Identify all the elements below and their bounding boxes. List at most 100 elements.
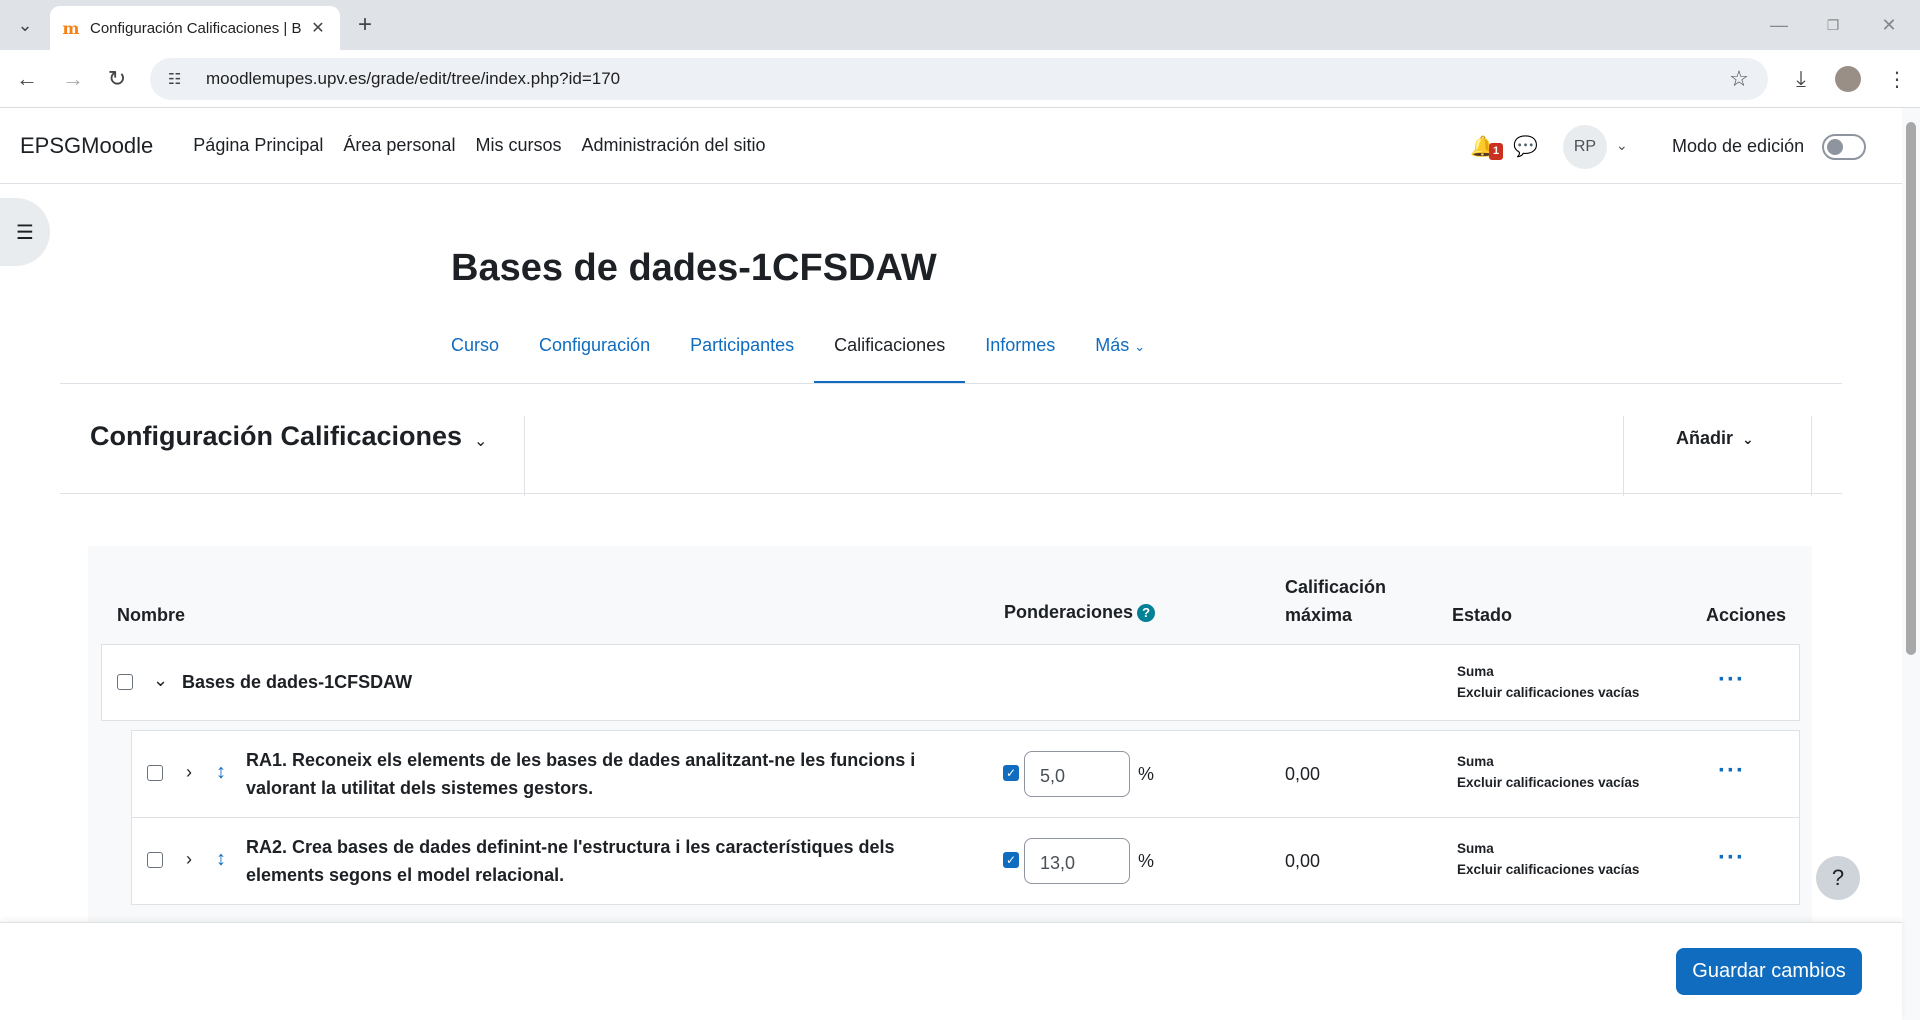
close-window-icon[interactable]: ✕: [1876, 12, 1902, 38]
status-exclude-empty: Excluir calificaciones vacías: [1457, 685, 1640, 700]
grade-item-title-line1: RA2. Crea bases de dades definint-ne l'e…: [246, 837, 895, 857]
percent-sign: %: [1138, 851, 1155, 871]
tab-settings[interactable]: Configuración: [539, 326, 650, 384]
item-actions-menu-icon[interactable]: ···: [1718, 844, 1745, 872]
weight-override-checkbox[interactable]: ✓: [1003, 852, 1019, 868]
category-select-checkbox[interactable]: [117, 674, 133, 690]
add-label: Añadir: [1676, 428, 1734, 448]
browser-menu-icon[interactable]: ⋮: [1884, 66, 1910, 92]
tab-participants[interactable]: Participantes: [690, 326, 794, 384]
grade-item-title-line2: elements segons el model relacional.: [246, 865, 565, 885]
max-grade-value: 0,00: [1285, 851, 1321, 871]
tab-search-icon[interactable]: ⌄: [12, 12, 38, 38]
item-actions-menu-icon[interactable]: ···: [1718, 757, 1745, 785]
edit-mode-toggle[interactable]: [1822, 134, 1866, 160]
user-avatar[interactable]: RP: [1563, 125, 1607, 169]
weight-override-checkbox[interactable]: ✓: [1003, 765, 1019, 781]
item-status: Suma Excluir calificaciones vacías: [1457, 838, 1639, 880]
url-input[interactable]: ☷ moodlemupes.upv.es/grade/edit/tree/ind…: [150, 58, 1768, 100]
grade-item-title[interactable]: RA1. Reconeix els elements de les bases …: [246, 746, 915, 802]
course-title: Bases de dades-1CFSDAW: [451, 247, 937, 289]
tab-more-label: Más: [1095, 335, 1130, 355]
moodle-favicon-icon: m: [62, 18, 80, 38]
column-header-weights: Ponderaciones?: [1004, 598, 1156, 626]
category-actions-menu-icon[interactable]: ···: [1718, 666, 1745, 694]
toggle-knob: [1827, 139, 1843, 155]
divider: [1623, 416, 1624, 496]
move-icon[interactable]: ↕: [216, 761, 226, 784]
close-tab-icon[interactable]: ✕: [308, 18, 328, 38]
status-aggregation: Suma: [1457, 754, 1494, 769]
sticky-footer: [0, 922, 1902, 1020]
divider: [524, 416, 525, 496]
notification-count-badge: 1: [1489, 143, 1503, 160]
grade-item-title-line2: valorant la utilitat dels sistemes gesto…: [246, 778, 594, 798]
primary-navigation: Página Principal Área personal Mis curso…: [173, 135, 765, 156]
divider: [1811, 416, 1812, 496]
item-status: Suma Excluir calificaciones vacías: [1457, 751, 1639, 793]
course-secondary-navigation: Curso Configuración Participantes Califi…: [451, 326, 1185, 384]
tab-more[interactable]: Más ⌄: [1095, 326, 1145, 384]
new-tab-icon[interactable]: +: [352, 11, 378, 38]
chevron-down-icon: ⌄: [1134, 339, 1146, 354]
tab-grades[interactable]: Calificaciones: [814, 326, 966, 384]
category-status: Suma Excluir calificaciones vacías: [1457, 661, 1639, 703]
grade-item-title-line1: RA1. Reconeix els elements de les bases …: [246, 750, 916, 770]
forward-icon[interactable]: →: [60, 66, 86, 92]
weight-input[interactable]: 5,0: [1024, 751, 1130, 797]
back-icon[interactable]: ←: [14, 66, 40, 92]
nav-site-admin[interactable]: Administración del sitio: [581, 135, 765, 156]
status-exclude-empty: Excluir calificaciones vacías: [1457, 862, 1640, 877]
profile-avatar-icon[interactable]: [1835, 66, 1861, 92]
column-header-max-grade: Calificación máxima: [1285, 573, 1386, 629]
tab-title: Configuración Calificaciones | B: [90, 19, 302, 37]
nav-my-courses[interactable]: Mis cursos: [475, 135, 561, 156]
reload-icon[interactable]: ↻: [104, 66, 130, 92]
list-icon: ☰: [16, 221, 34, 244]
status-aggregation: Suma: [1457, 841, 1494, 856]
site-brand[interactable]: EPSGMoodle: [20, 133, 153, 159]
weights-header-label: Ponderaciones: [1004, 602, 1134, 622]
user-menu-chevron-down-icon[interactable]: ⌄: [1616, 137, 1628, 154]
messages-icon[interactable]: 💬: [1513, 134, 1538, 159]
column-header-actions: Acciones: [1706, 605, 1787, 625]
chevron-down-icon[interactable]: ⌄: [474, 431, 487, 451]
minimize-icon[interactable]: —: [1766, 12, 1792, 38]
category-name: Bases de dades-1CFSDAW: [182, 672, 413, 692]
add-dropdown-button[interactable]: Añadir ⌄: [1676, 428, 1754, 449]
nav-home[interactable]: Página Principal: [193, 135, 323, 156]
max-grade-value: 0,00: [1285, 764, 1321, 784]
grade-item-title[interactable]: RA2. Crea bases de dades definint-ne l'e…: [246, 833, 895, 889]
item-select-checkbox[interactable]: [147, 765, 163, 781]
column-header-status: Estado: [1452, 605, 1513, 625]
url-text: moodlemupes.upv.es/grade/edit/tree/index…: [206, 69, 621, 88]
page-scrollbar-thumb[interactable]: [1906, 122, 1916, 655]
percent-sign: %: [1138, 764, 1155, 784]
column-header-name: Nombre: [117, 605, 186, 625]
grade-page-selector[interactable]: Configuración Calificaciones: [90, 421, 462, 452]
status-exclude-empty: Excluir calificaciones vacías: [1457, 775, 1640, 790]
max-grade-header-line1: Calificación: [1285, 577, 1387, 597]
edit-mode-label: Modo de edición: [1672, 136, 1805, 156]
expand-chevron-right-icon[interactable]: ›: [186, 762, 192, 783]
move-icon[interactable]: ↕: [216, 848, 226, 871]
site-info-icon[interactable]: ☷: [168, 70, 188, 88]
item-select-checkbox[interactable]: [147, 852, 163, 868]
status-aggregation: Suma: [1457, 664, 1494, 679]
tab-reports[interactable]: Informes: [985, 326, 1055, 384]
tab-course[interactable]: Curso: [451, 326, 499, 384]
bookmark-star-icon[interactable]: ☆: [1726, 66, 1752, 92]
course-index-drawer-button[interactable]: ☰: [0, 198, 50, 266]
help-question-icon[interactable]: ?: [1816, 856, 1860, 900]
browser-tab[interactable]: m Configuración Calificaciones | B ✕: [50, 6, 340, 50]
restore-icon[interactable]: ❐: [1820, 12, 1846, 38]
expand-chevron-right-icon[interactable]: ›: [186, 849, 192, 870]
max-grade-header-line2: máxima: [1285, 605, 1353, 625]
save-changes-button[interactable]: Guardar cambios: [1676, 948, 1862, 995]
download-icon[interactable]: ⤓: [1788, 66, 1814, 92]
weight-input[interactable]: 13,0: [1024, 838, 1130, 884]
help-icon[interactable]: ?: [1137, 604, 1156, 623]
chevron-down-icon: ⌄: [1742, 431, 1754, 447]
collapse-chevron-down-icon[interactable]: ⌄: [153, 670, 168, 691]
nav-dashboard[interactable]: Área personal: [343, 135, 455, 156]
